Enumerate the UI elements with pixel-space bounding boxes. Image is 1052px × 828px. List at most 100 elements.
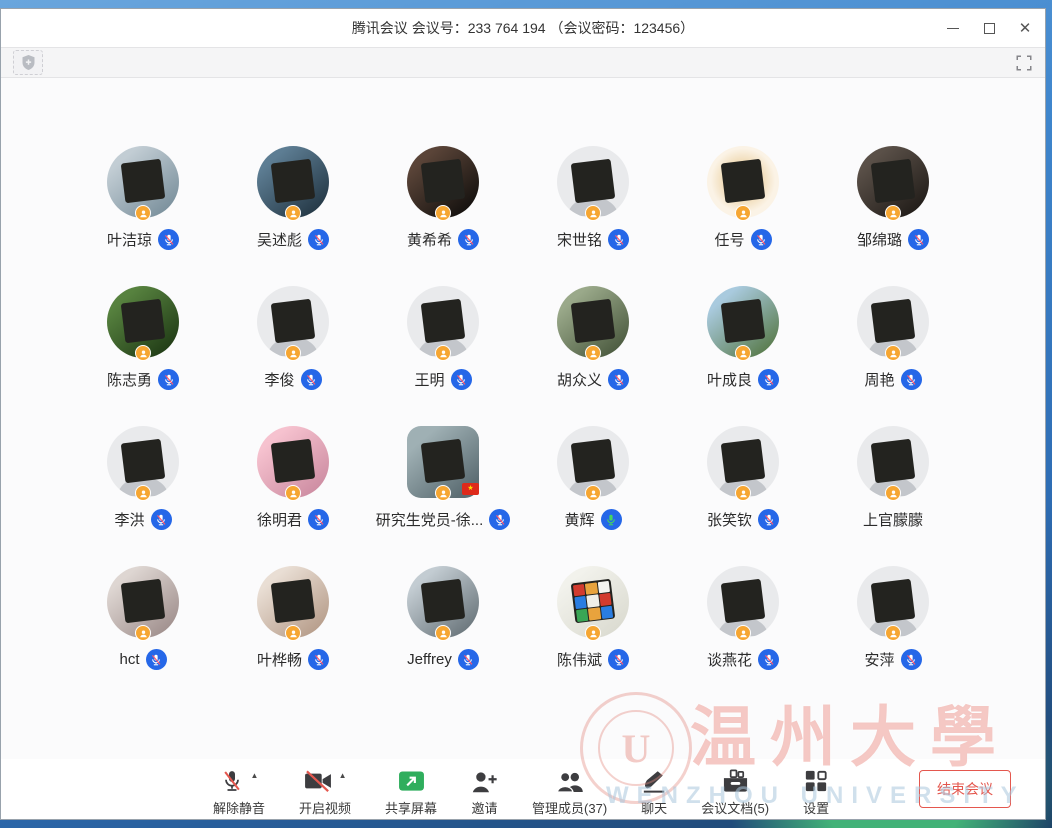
participant-name: 谈燕花 <box>707 649 752 670</box>
rubiks-cube-avatar <box>121 299 166 344</box>
rubiks-cube-avatar <box>871 579 916 624</box>
participant-name: 黄辉 <box>564 509 594 530</box>
end-meeting-button[interactable]: 结束会议 <box>919 770 1011 808</box>
participant-tile[interactable]: ★ 王明 <box>368 286 518 426</box>
rubiks-cube-avatar <box>121 579 166 624</box>
mic-status-icon[interactable] <box>151 509 172 530</box>
toolbar-button-chat[interactable]: ▲ 聊天 <box>629 762 679 817</box>
participant-avatar: ★ <box>707 566 779 638</box>
mic-status-icon[interactable] <box>301 369 322 390</box>
maximize-button[interactable] <box>975 15 1003 41</box>
mic-status-icon[interactable] <box>158 229 179 250</box>
participant-name: 张笑钦 <box>707 509 752 530</box>
participant-tile[interactable]: ★ 张笑钦 <box>668 426 818 566</box>
participant-tile[interactable]: ★ 研究生党员-徐... <box>368 426 518 566</box>
window-title: 腾讯会议 会议号：233 764 194 （会议密码：123456） <box>1 18 1045 38</box>
toolbar-label: 开启视频 <box>299 798 351 817</box>
mic-status-icon[interactable] <box>489 509 510 530</box>
participant-tile[interactable]: ★ 黄希希 <box>368 146 518 286</box>
participant-tile[interactable]: ★ 邹绵璐 <box>818 146 968 286</box>
toolbar-buttons: ▲ 解除静音 ▲ 开启视频 ▲ 共享屏幕 ▲ 邀请 ▲ 管理成员(37) ▲ 聊… <box>201 762 841 817</box>
participant-tile[interactable]: ★ 黄辉 <box>518 426 668 566</box>
participant-tile[interactable]: ★ 宋世铭 <box>518 146 668 286</box>
participant-tile[interactable]: ★ Jeffrey <box>368 566 518 706</box>
toolbar-button-settings[interactable]: ▲ 设置 <box>791 762 841 817</box>
participant-avatar: ★ <box>257 426 329 498</box>
mic-status-icon[interactable] <box>758 509 779 530</box>
toolbar-label: 聊天 <box>641 798 667 817</box>
participant-tile[interactable]: ★ 任号 <box>668 146 818 286</box>
toolbar-label: 共享屏幕 <box>385 798 437 817</box>
participant-tile[interactable]: ★ 陈志勇 <box>68 286 218 426</box>
host-badge-icon <box>285 345 301 361</box>
participant-tile[interactable]: ★ 叶成良 <box>668 286 818 426</box>
participant-name: 陈志勇 <box>107 369 152 390</box>
mic-status-icon[interactable] <box>308 649 329 670</box>
participant-tile[interactable]: ★ 上官朦朦 <box>818 426 968 566</box>
participant-tile[interactable]: ★ 谈燕花 <box>668 566 818 706</box>
host-badge-icon <box>135 485 151 501</box>
participant-tile[interactable]: ★ 叶洁琼 <box>68 146 218 286</box>
host-badge-icon <box>435 485 451 501</box>
mic-status-icon[interactable] <box>758 649 779 670</box>
participant-avatar: ★ <box>857 426 929 498</box>
toolbar-button-share-screen[interactable]: ▲ 共享屏幕 <box>373 762 449 817</box>
participant-tile[interactable]: ★ 吴述彪 <box>218 146 368 286</box>
mic-status-icon[interactable] <box>758 369 779 390</box>
mic-status-icon[interactable] <box>308 509 329 530</box>
close-button[interactable]: ✕ <box>1011 15 1039 41</box>
meeting-toolbar: ▲ 解除静音 ▲ 开启视频 ▲ 共享屏幕 ▲ 邀请 ▲ 管理成员(37) ▲ 聊… <box>1 759 1045 819</box>
participant-avatar: ★ <box>707 286 779 358</box>
mic-status-icon[interactable] <box>458 649 479 670</box>
host-badge-icon <box>885 345 901 361</box>
mic-status-icon[interactable] <box>608 649 629 670</box>
rubiks-cube-avatar <box>871 439 916 484</box>
mic-status-icon[interactable] <box>308 229 329 250</box>
caret-up-icon[interactable]: ▲ <box>251 771 259 780</box>
toolbar-button-unmute[interactable]: ▲ 解除静音 <box>201 762 277 817</box>
mic-status-icon[interactable] <box>458 229 479 250</box>
mic-status-icon[interactable] <box>608 229 629 250</box>
participant-tile[interactable]: ★ 李洪 <box>68 426 218 566</box>
toolbar-button-manage-members[interactable]: ▲ 管理成员(37) <box>520 762 619 817</box>
security-shield-icon[interactable] <box>13 50 43 75</box>
participant-tile[interactable]: ★ 李俊 <box>218 286 368 426</box>
rubiks-cube-avatar <box>421 439 466 484</box>
mic-status-icon[interactable] <box>751 229 772 250</box>
participant-tile[interactable]: ★ 胡众义 <box>518 286 668 426</box>
mic-muted-icon <box>220 768 244 794</box>
participant-tile[interactable]: ★ 周艳 <box>818 286 968 426</box>
rubiks-cube-avatar <box>721 439 766 484</box>
mic-status-icon[interactable] <box>158 369 179 390</box>
fullscreen-icon[interactable] <box>1015 54 1033 72</box>
mic-status-icon[interactable] <box>451 369 472 390</box>
participant-area: ★ 叶洁琼 <box>1 78 1045 759</box>
toolbar-button-meeting-docs[interactable]: ▲ 会议文档(5) <box>689 762 781 817</box>
minimize-button[interactable] <box>939 15 967 41</box>
participant-tile[interactable]: ★ hct <box>68 566 218 706</box>
mic-status-icon[interactable] <box>601 509 622 530</box>
toolbar-button-start-video[interactable]: ▲ 开启视频 <box>287 762 363 817</box>
apps-icon <box>804 769 828 793</box>
participant-avatar: ★ <box>557 426 629 498</box>
mic-status-icon[interactable] <box>901 649 922 670</box>
participant-name: 叶成良 <box>707 369 752 390</box>
participant-name: 李俊 <box>264 369 294 390</box>
caret-up-icon[interactable]: ▲ <box>339 771 347 780</box>
toolbar-button-invite[interactable]: ▲ 邀请 <box>459 762 510 817</box>
participant-tile[interactable]: ★ 陈伟斌 <box>518 566 668 706</box>
participant-tile[interactable]: ★ 安萍 <box>818 566 968 706</box>
rubiks-cube-avatar <box>271 579 316 624</box>
mic-status-icon[interactable] <box>608 369 629 390</box>
participant-avatar: ★ <box>557 566 629 638</box>
participant-name: 李洪 <box>114 509 144 530</box>
participant-tile[interactable]: ★ 叶桦畅 <box>218 566 368 706</box>
toolbar-label: 设置 <box>803 798 829 817</box>
mic-status-icon[interactable] <box>901 369 922 390</box>
mic-status-icon[interactable] <box>908 229 929 250</box>
participant-tile[interactable]: ★ 徐明君 <box>218 426 368 566</box>
participant-avatar: ★ <box>107 426 179 498</box>
rubiks-cube-avatar <box>721 159 766 204</box>
mic-status-icon[interactable] <box>146 649 167 670</box>
rubiks-cube-avatar <box>721 579 766 624</box>
